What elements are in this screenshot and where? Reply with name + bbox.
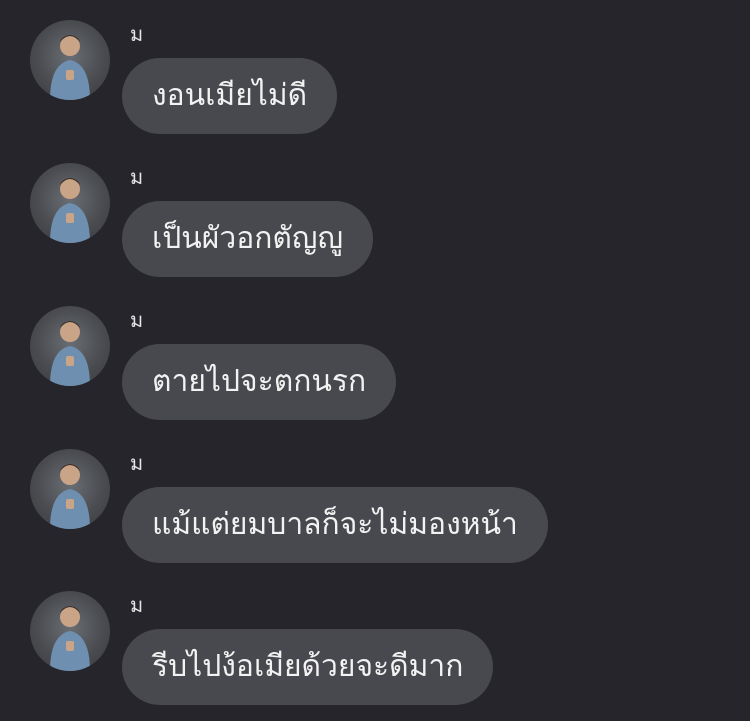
sender-name: ม xyxy=(130,165,144,189)
sender-name: ม xyxy=(130,593,144,617)
avatar[interactable] xyxy=(30,591,110,671)
message-bubble[interactable]: รีบไปง้อเมียด้วยจะดีมาก xyxy=(122,629,494,705)
sender-name: ม xyxy=(130,22,144,46)
message-group: ม งอนเมียไม่ดี xyxy=(0,20,750,150)
chat-thread: ม งอนเมียไม่ดี ม เป็นผัวอกตัญญู ม ตายไปจ… xyxy=(0,0,750,721)
avatar[interactable] xyxy=(30,20,110,100)
message-bubble[interactable]: แม้แต่ยมบาลก็จะไม่มองหน้า xyxy=(122,487,548,563)
sender-name: ม xyxy=(130,308,144,332)
avatar[interactable] xyxy=(30,163,110,243)
message-group: ม รีบไปง้อเมียด้วยจะดีมาก xyxy=(0,591,750,721)
message-bubble[interactable]: งอนเมียไม่ดี xyxy=(122,58,338,134)
avatar[interactable] xyxy=(30,449,110,529)
message-group: ม เป็นผัวอกตัญญู xyxy=(0,163,750,293)
sender-name: ม xyxy=(130,451,144,475)
message-bubble[interactable]: เป็นผัวอกตัญญู xyxy=(122,201,374,277)
profile-photo-icon xyxy=(50,178,90,243)
message-bubble[interactable]: ตายไปจะตกนรก xyxy=(122,344,397,420)
profile-photo-icon xyxy=(50,35,90,100)
profile-photo-icon xyxy=(50,464,90,529)
profile-photo-icon xyxy=(50,606,90,671)
message-group: ม ตายไปจะตกนรก xyxy=(0,306,750,436)
message-group: ม แม้แต่ยมบาลก็จะไม่มองหน้า xyxy=(0,449,750,579)
avatar[interactable] xyxy=(30,306,110,386)
profile-photo-icon xyxy=(50,321,90,386)
